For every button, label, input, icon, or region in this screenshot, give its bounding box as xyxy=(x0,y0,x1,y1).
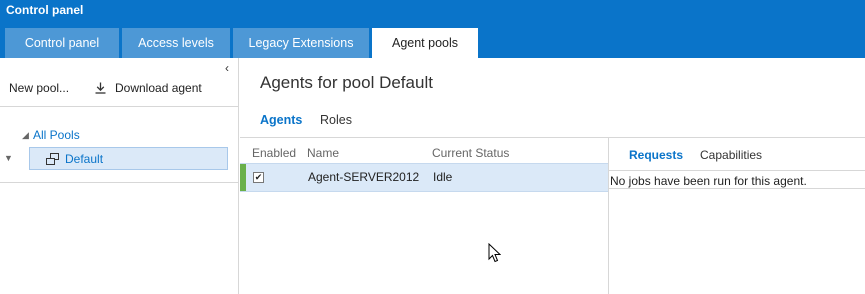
column-header-enabled[interactable]: Enabled xyxy=(252,146,296,160)
agent-online-indicator xyxy=(240,164,246,191)
mouse-cursor-icon xyxy=(488,243,501,263)
tab-access-levels[interactable]: Access levels xyxy=(122,28,230,58)
all-pools-expander-icon[interactable]: ◢ xyxy=(22,130,29,141)
tree-divider xyxy=(0,182,238,183)
enabled-checkbox[interactable]: ✔ xyxy=(253,172,264,183)
download-agent-button[interactable]: Download agent xyxy=(95,81,202,95)
tab-legacy-extensions[interactable]: Legacy Extensions xyxy=(233,28,369,58)
agent-status: Idle xyxy=(433,170,453,184)
page-title: Agents for pool Default xyxy=(260,73,433,92)
new-pool-label: New pool... xyxy=(9,81,70,95)
agent-row[interactable]: ✔ Agent-SERVER2012 Idle xyxy=(240,163,608,192)
app-title: Control panel xyxy=(6,3,84,17)
pool-icon xyxy=(46,153,59,165)
left-panel: ‹ New pool... Download agent ◢ All Pools… xyxy=(0,58,239,294)
column-header-status[interactable]: Current Status xyxy=(432,146,509,160)
details-row-divider xyxy=(609,188,865,189)
grid-top-divider xyxy=(240,137,865,138)
tree-item-all-pools[interactable]: All Pools xyxy=(33,128,80,142)
details-separator[interactable] xyxy=(608,137,609,294)
tab-requests[interactable]: Requests xyxy=(629,148,683,162)
column-header-name[interactable]: Name xyxy=(307,146,339,160)
details-header-divider xyxy=(609,170,865,171)
tab-agent-pools[interactable]: Agent pools xyxy=(372,28,478,58)
collapse-panel-icon[interactable]: ‹ xyxy=(225,61,229,75)
no-jobs-message: No jobs have been run for this agent. xyxy=(610,174,807,188)
tab-capabilities[interactable]: Capabilities xyxy=(700,148,762,162)
new-pool-button[interactable]: New pool... xyxy=(9,81,69,95)
header-bar: Control panel Control panel Access level… xyxy=(0,0,865,58)
download-agent-label: Download agent xyxy=(115,81,202,95)
subtab-agents[interactable]: Agents xyxy=(260,113,302,127)
tree-row-caret-icon[interactable]: ▼ xyxy=(4,153,13,163)
toolbar-divider xyxy=(0,106,238,107)
download-icon xyxy=(95,82,106,94)
agent-name: Agent-SERVER2012 xyxy=(308,170,420,184)
subtab-roles[interactable]: Roles xyxy=(320,113,352,127)
tree-item-default-label: Default xyxy=(65,152,104,166)
tree-item-default[interactable]: Default xyxy=(29,147,228,170)
tab-control-panel[interactable]: Control panel xyxy=(5,28,119,58)
